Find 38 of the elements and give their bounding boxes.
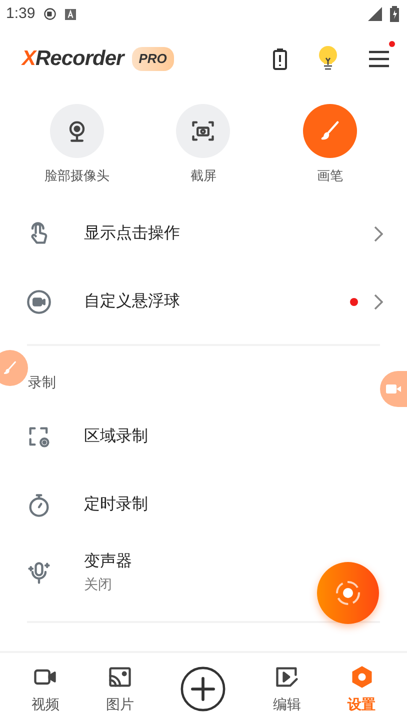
video-icon (26, 288, 52, 314)
screen-record-icon (43, 7, 58, 21)
battery-alert-icon[interactable] (273, 48, 287, 70)
menu-icon[interactable] (369, 50, 389, 68)
setting-label: 自定义悬浮球 (84, 292, 180, 312)
add-button[interactable] (180, 666, 226, 712)
setting-value: 关闭 (84, 575, 113, 594)
signal-icon (368, 7, 382, 21)
settings-row[interactable]: 定时录制 (0, 470, 407, 538)
keyboard-icon (65, 8, 76, 20)
screenshot-label: 截屏 (190, 167, 216, 185)
add-icon (180, 666, 226, 712)
settings-row[interactable]: 区域录制 (0, 402, 407, 470)
microphone-icon (26, 560, 52, 586)
webcam-label: 脸部摄像头 (44, 167, 110, 185)
chevron-right-icon (374, 294, 383, 310)
nav-tab[interactable]: 图片 (106, 664, 134, 714)
nav-tab[interactable]: 视频 (31, 664, 60, 714)
pro-badge: PRO (132, 47, 174, 71)
status-time: 1:39 (6, 4, 36, 24)
section-title: 录制 (28, 374, 56, 390)
video-camera-icon (386, 382, 401, 396)
app-logo: XRecorder (22, 46, 124, 72)
lightbulb-icon[interactable] (317, 46, 339, 72)
battery-icon (390, 6, 399, 22)
record-icon (334, 579, 362, 607)
settings-row[interactable]: 变声器 关闭 (0, 538, 407, 606)
settings-row[interactable]: 自定义悬浮球 (0, 268, 407, 336)
setting-label: 变声器 (84, 552, 132, 572)
brush-label: 画笔 (316, 167, 343, 185)
setting-label: 区域录制 (84, 426, 148, 446)
setting-label: 显示点击操作 (84, 224, 180, 244)
record-button[interactable] (317, 562, 379, 624)
brush-icon (1, 359, 19, 377)
settings-row[interactable]: 显示点击操作 (0, 200, 407, 268)
nav-tab[interactable]: 编辑 (273, 664, 302, 714)
setting-label: 定时录制 (84, 494, 148, 514)
chevron-right-icon (374, 226, 383, 242)
